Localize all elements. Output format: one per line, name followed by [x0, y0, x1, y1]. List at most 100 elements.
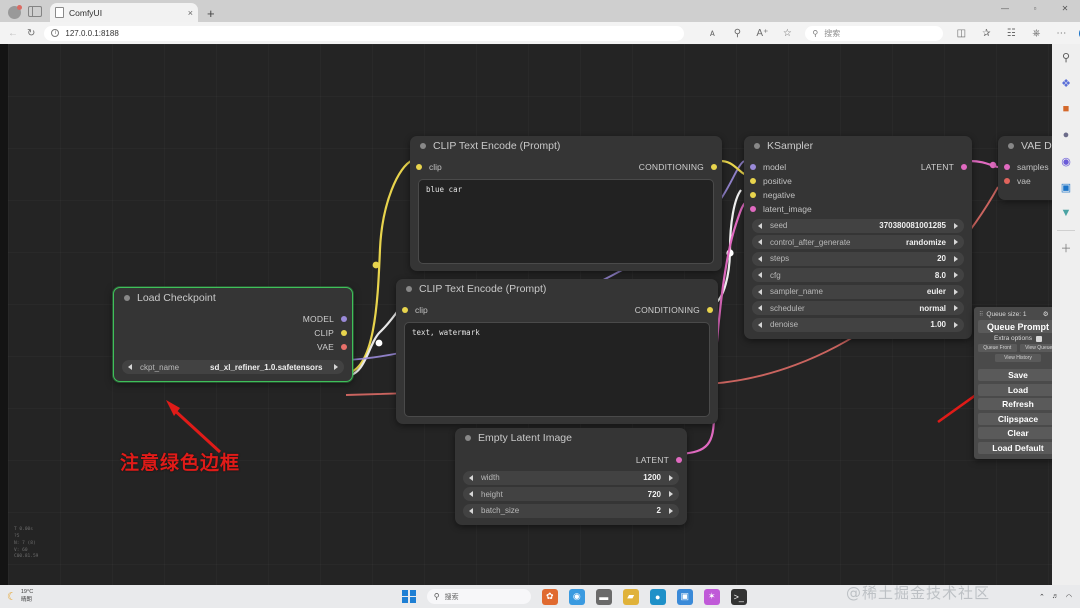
node-header[interactable]: KSampler: [744, 136, 972, 156]
weather-widget[interactable]: ☾ 19°C 晴朗: [0, 589, 110, 604]
decrement-icon[interactable]: [758, 272, 762, 278]
load-button[interactable]: Load: [978, 383, 1052, 396]
save-button[interactable]: Save: [978, 369, 1052, 381]
widget-scheduler[interactable]: scheduler normal: [752, 301, 964, 315]
chrome-icon[interactable]: ◉: [568, 588, 585, 605]
close-window-button[interactable]: ✕: [1050, 0, 1080, 16]
widget-seed[interactable]: seed 370380081001285: [752, 218, 964, 233]
collapse-icon[interactable]: [406, 286, 412, 292]
widget-denoise[interactable]: denoise 1.00: [752, 317, 964, 332]
collapse-icon[interactable]: [754, 143, 760, 149]
increment-icon[interactable]: [954, 305, 958, 311]
widget-sampler-name[interactable]: sampler_name euler: [752, 284, 964, 299]
node-ksampler[interactable]: KSampler model LATENT positive negative …: [744, 136, 972, 339]
favorite-icon[interactable]: ☆: [780, 28, 794, 39]
new-tab-button[interactable]: +: [207, 7, 215, 20]
search-icon[interactable]: ⚲: [1052, 44, 1080, 70]
load-default-button[interactable]: Load Default: [978, 441, 1052, 454]
increment-icon[interactable]: [669, 491, 673, 497]
increment-icon[interactable]: [954, 255, 958, 262]
reload-icon[interactable]: ↻: [27, 28, 35, 39]
node-header[interactable]: Load Checkpoint: [114, 288, 352, 308]
node-load-checkpoint[interactable]: Load Checkpoint MODEL CLIP VAE ckpt_name…: [113, 287, 353, 382]
decrement-icon[interactable]: [469, 507, 473, 514]
refresh-button[interactable]: Refresh: [978, 398, 1052, 410]
add-icon[interactable]: ＋: [1052, 235, 1080, 261]
more-options-icon[interactable]: ⋯: [1054, 28, 1068, 39]
port-latent-dot[interactable]: [961, 164, 967, 170]
port-conditioning-dot[interactable]: [711, 164, 717, 170]
port-positive-dot[interactable]: [750, 178, 756, 184]
split-screen-icon[interactable]: ◫: [954, 28, 968, 39]
port-vae-dot[interactable]: [341, 344, 347, 350]
site-info-icon[interactable]: i: [51, 29, 60, 37]
decrement-icon[interactable]: [758, 288, 762, 295]
widget-width[interactable]: width 1200: [463, 470, 679, 485]
comfyui-canvas[interactable]: CLIP Text Encode (Prompt) clip CONDITION…: [8, 44, 1052, 585]
prompt-textarea-positive[interactable]: blue car: [418, 179, 714, 264]
clipspace-button[interactable]: Clipspace: [978, 412, 1052, 425]
node-header[interactable]: CLIP Text Encode (Prompt): [396, 279, 718, 299]
browser-tab-comfyui[interactable]: ComfyUI ×: [50, 3, 198, 22]
node-clip-text-encode-negative[interactable]: CLIP Text Encode (Prompt) clip CONDITION…: [396, 279, 718, 424]
clear-button[interactable]: Clear: [978, 427, 1052, 439]
extensions-icon[interactable]: ⎈: [1029, 28, 1043, 39]
star-app-icon[interactable]: ✶: [703, 588, 720, 605]
minimize-button[interactable]: —: [990, 0, 1020, 16]
outlook-icon[interactable]: ▣: [1052, 174, 1080, 200]
widgets-icon[interactable]: ✿: [541, 588, 558, 605]
node-header[interactable]: Empty Latent Image: [455, 428, 687, 448]
shopping-tag-icon[interactable]: ❖: [1052, 70, 1080, 96]
tray-network-icon[interactable]: ◠: [1066, 593, 1072, 601]
tab-actions-icon[interactable]: [28, 6, 42, 19]
port-clip-dot[interactable]: [416, 164, 422, 170]
port-negative-dot[interactable]: [750, 192, 756, 198]
back-icon[interactable]: ←: [8, 28, 18, 39]
increment-icon[interactable]: [669, 474, 673, 481]
port-model-dot[interactable]: [750, 164, 756, 170]
tools-icon[interactable]: ■: [1052, 96, 1080, 122]
increment-icon[interactable]: [954, 222, 958, 229]
queue-prompt-button[interactable]: Queue Prompt: [978, 320, 1052, 333]
profile-icon[interactable]: [8, 5, 22, 19]
start-button[interactable]: [402, 589, 416, 604]
widget-ckpt-name[interactable]: ckpt_name sd_xl_refiner_1.0.safetensors: [122, 360, 344, 374]
comfy-menu-panel[interactable]: ⠿ Queue size: 1 ⚙ ✕ Queue Prompt Extra o…: [974, 307, 1052, 459]
decrement-icon[interactable]: [758, 255, 762, 262]
store-icon[interactable]: ▣: [676, 588, 693, 605]
terminal-icon[interactable]: >_: [730, 588, 747, 605]
port-clip-dot[interactable]: [402, 307, 408, 313]
decrement-icon[interactable]: [758, 321, 762, 328]
node-clip-text-encode-positive[interactable]: CLIP Text Encode (Prompt) clip CONDITION…: [410, 136, 722, 271]
port-latent-image-dot[interactable]: [750, 206, 756, 212]
collapse-icon[interactable]: [420, 143, 426, 149]
node-vae-decode[interactable]: VAE Deco samples vae: [998, 136, 1052, 200]
font-style-icon[interactable]: A⁺: [755, 28, 769, 39]
port-clip-dot[interactable]: [341, 330, 347, 336]
node-header[interactable]: VAE Deco: [998, 136, 1052, 156]
decrement-icon[interactable]: [758, 239, 762, 245]
tray-expand-icon[interactable]: ⌃: [1039, 593, 1045, 601]
decrement-icon[interactable]: [128, 364, 132, 370]
port-samples-dot[interactable]: [1004, 164, 1010, 170]
decrement-icon[interactable]: [469, 491, 473, 497]
view-queue-button[interactable]: View Queue: [1019, 344, 1052, 352]
maximize-button[interactable]: ▫: [1020, 0, 1050, 16]
increment-icon[interactable]: [954, 288, 958, 295]
decrement-icon[interactable]: [758, 222, 762, 229]
queue-front-button[interactable]: Queue Front: [978, 344, 1017, 352]
increment-icon[interactable]: [954, 321, 958, 328]
port-vae-dot[interactable]: [1004, 178, 1010, 184]
collapse-icon[interactable]: [465, 435, 471, 441]
tab-close-icon[interactable]: ×: [188, 8, 193, 18]
folder-icon[interactable]: ▰: [622, 588, 639, 605]
toolbar-search-box[interactable]: ⚲ 搜索: [805, 25, 944, 41]
increment-icon[interactable]: [954, 272, 958, 278]
increment-icon[interactable]: [334, 364, 338, 370]
taskbar-search-box[interactable]: ⚲ 搜索: [426, 589, 531, 604]
drag-handle-icon[interactable]: ⠿: [979, 311, 983, 318]
extra-options-checkbox[interactable]: [1035, 335, 1042, 342]
increment-icon[interactable]: [669, 507, 673, 514]
copilot-icon[interactable]: ◉: [1052, 148, 1080, 174]
edge-icon[interactable]: ●: [649, 588, 666, 605]
